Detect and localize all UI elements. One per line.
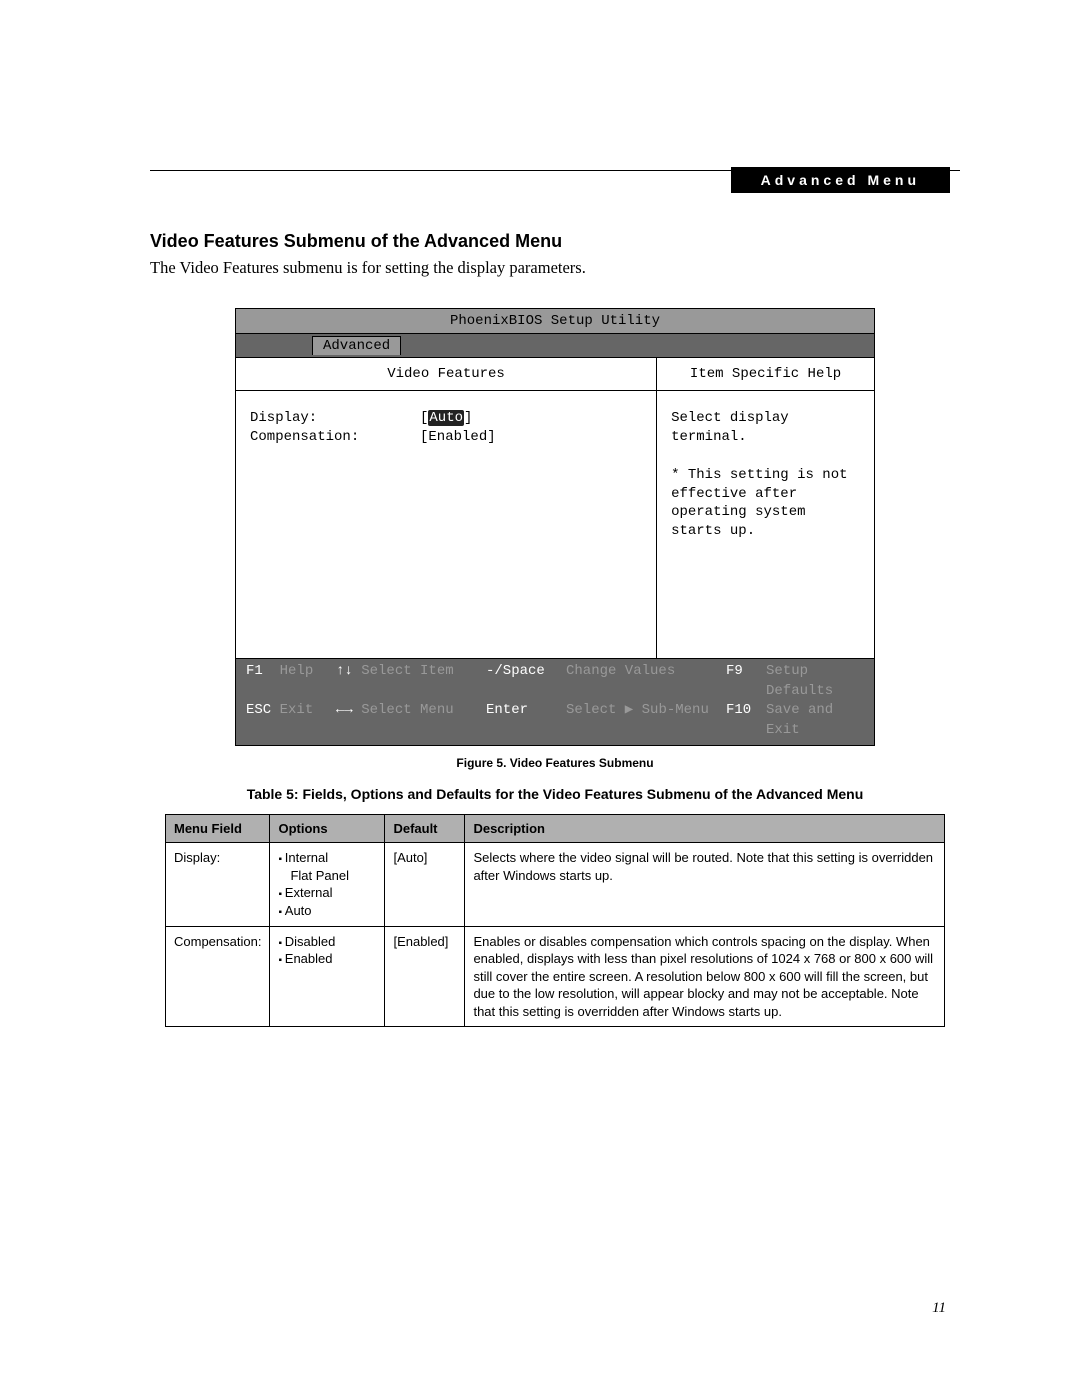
bios-setting-label: Compensation:	[250, 428, 420, 447]
bios-footer: F1 Help ↑↓ Select Item -/Space Change Va…	[236, 658, 874, 745]
table-title: Table 5: Fields, Options and Defaults fo…	[150, 786, 960, 802]
th-default: Default	[385, 815, 465, 843]
page-number: 11	[932, 1300, 946, 1317]
bios-settings-pane: Display: [Auto] Compensation: [Enabled]	[236, 391, 656, 658]
bios-tab-advanced[interactable]: Advanced	[312, 336, 401, 355]
section-banner: Advanced Menu	[731, 167, 950, 193]
th-options: Options	[270, 815, 385, 843]
bios-setting-value-display[interactable]: [Auto]	[420, 409, 472, 428]
cell-options: InternalFlat PanelExternalAuto	[270, 843, 385, 926]
cell-description: Selects where the video signal will be r…	[465, 843, 945, 926]
bios-title: PhoenixBIOS Setup Utility	[236, 309, 874, 334]
cell-options: DisabledEnabled	[270, 926, 385, 1027]
table-row: Compensation:DisabledEnabled[Enabled]Ena…	[166, 926, 945, 1027]
th-description: Description	[465, 815, 945, 843]
bios-right-header: Item Specific Help	[657, 358, 874, 391]
section-title: Video Features Submenu of the Advanced M…	[150, 231, 960, 252]
figure-caption: Figure 5. Video Features Submenu	[150, 756, 960, 770]
cell-default: [Enabled]	[385, 926, 465, 1027]
bios-setting-value-compensation[interactable]: [Enabled]	[420, 428, 496, 447]
table-row: Display:InternalFlat PanelExternalAuto[A…	[166, 843, 945, 926]
bios-tab-bar: Advanced	[236, 334, 874, 358]
fields-table: Menu Field Options Default Description D…	[165, 814, 945, 1027]
cell-menu-field: Compensation:	[166, 926, 270, 1027]
bios-left-header: Video Features	[236, 358, 656, 391]
th-menu-field: Menu Field	[166, 815, 270, 843]
cell-menu-field: Display:	[166, 843, 270, 926]
section-intro: The Video Features submenu is for settin…	[150, 258, 960, 278]
cell-default: [Auto]	[385, 843, 465, 926]
bios-window: PhoenixBIOS Setup Utility Advanced Video…	[235, 308, 875, 746]
bios-setting-label: Display:	[250, 409, 420, 428]
bios-help-text: Select display terminal. * This setting …	[657, 391, 874, 658]
cell-description: Enables or disables compensation which c…	[465, 926, 945, 1027]
